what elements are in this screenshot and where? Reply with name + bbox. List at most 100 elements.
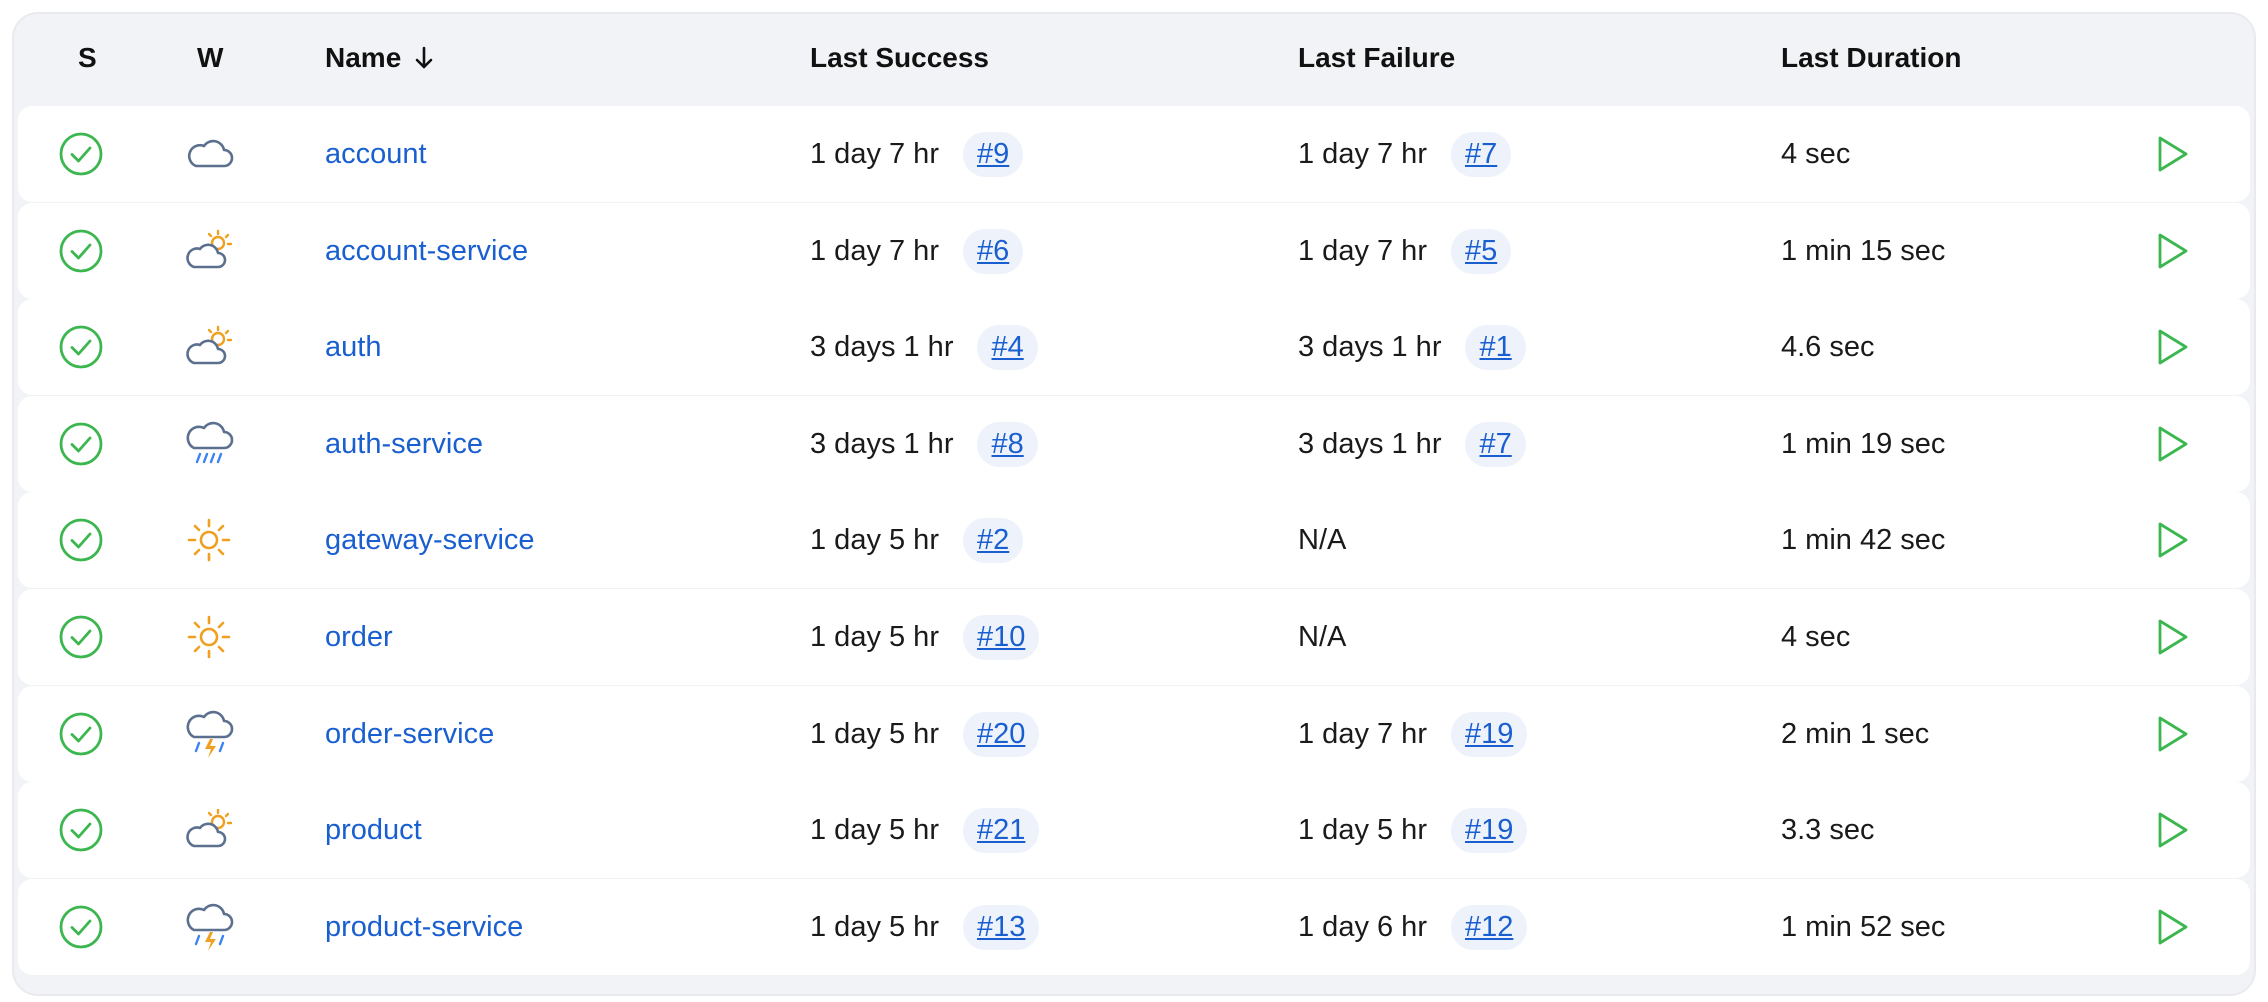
job-link[interactable]: account xyxy=(325,138,427,171)
job-link[interactable]: product-service xyxy=(325,911,523,944)
last-success-build-link[interactable]: #9 xyxy=(962,131,1024,177)
table-row: account 1 day 7 hr #9 1 day 7 hr #7 4 sec xyxy=(18,106,2250,202)
last-success-build-link[interactable]: #20 xyxy=(962,711,1040,757)
job-name-cell: auth-service xyxy=(325,396,483,492)
job-link[interactable]: gateway-service xyxy=(325,524,535,557)
run-build-button[interactable] xyxy=(2154,879,2190,975)
last-success-build-link[interactable]: #8 xyxy=(977,421,1038,467)
last-duration-cell: 4.6 sec xyxy=(1781,299,1875,395)
last-failure-time: 1 day 7 hr xyxy=(1298,717,1427,750)
status-cell xyxy=(58,396,104,492)
job-name-cell: product xyxy=(325,782,422,878)
last-success-build-link[interactable]: #21 xyxy=(962,807,1040,853)
job-link[interactable]: auth-service xyxy=(325,428,483,461)
last-failure-build-link[interactable]: #19 xyxy=(1450,807,1528,853)
weather-cell xyxy=(184,589,234,685)
last-failure-build-link[interactable]: #12 xyxy=(1450,904,1528,950)
table-row: auth-service 3 days 1 hr #8 3 days 1 hr #7 1 … xyxy=(18,396,2250,492)
last-failure-build-link[interactable]: #7 xyxy=(1465,421,1526,467)
run-build-button[interactable] xyxy=(2154,299,2190,395)
play-icon xyxy=(2154,715,2190,753)
success-check-icon xyxy=(58,228,104,274)
weather-cell xyxy=(184,686,236,782)
run-build-button[interactable] xyxy=(2154,396,2190,492)
run-build-button[interactable] xyxy=(2154,782,2190,878)
last-success-time: 1 day 5 hr xyxy=(810,813,939,846)
last-failure-cell: N/A xyxy=(1298,589,1346,685)
last-success-time: 1 day 5 hr xyxy=(810,620,939,653)
job-link[interactable]: account-service xyxy=(325,235,528,268)
last-success-cell: 1 day 5 hr #13 xyxy=(810,879,1040,975)
table-row: auth 3 days 1 hr #4 3 days 1 hr #1 4.6 sec xyxy=(18,299,2250,395)
last-failure-cell: N/A xyxy=(1298,492,1346,588)
run-build-button[interactable] xyxy=(2154,106,2190,202)
run-build-button[interactable] xyxy=(2154,492,2190,588)
run-build-button[interactable] xyxy=(2154,203,2190,299)
job-link[interactable]: order-service xyxy=(325,718,494,751)
table-row: product-service 1 day 5 hr #13 1 day 6 hr #1… xyxy=(18,879,2250,975)
run-build-button[interactable] xyxy=(2154,686,2190,782)
partly-sunny-weather-icon xyxy=(184,323,236,371)
last-failure-build-link[interactable]: #7 xyxy=(1450,131,1512,177)
table-row: order 1 day 5 hr #10 N/A 4 sec xyxy=(18,589,2250,685)
last-success-build-link[interactable]: #4 xyxy=(977,324,1038,370)
weather-cell xyxy=(184,879,236,975)
last-duration-value: 1 min 19 sec xyxy=(1781,427,1946,460)
last-success-time: 1 day 5 hr xyxy=(810,523,939,556)
sunny-weather-icon xyxy=(184,515,234,565)
column-header-status[interactable]: S xyxy=(78,42,97,74)
last-failure-build-link[interactable]: #1 xyxy=(1465,324,1526,370)
job-link[interactable]: auth xyxy=(325,331,381,364)
status-cell xyxy=(58,106,104,202)
success-check-icon xyxy=(58,131,104,177)
table-row: account-service 1 day 7 hr #6 1 day 7 hr #5 1… xyxy=(18,203,2250,299)
last-success-build-link[interactable]: #10 xyxy=(962,614,1040,660)
job-link[interactable]: order xyxy=(325,621,393,654)
play-icon xyxy=(2154,425,2190,463)
column-header-last-success[interactable]: Last Success xyxy=(810,42,989,74)
last-failure-build-link[interactable]: #19 xyxy=(1450,711,1528,757)
table-header: S W Name Last Success Last Failure Last … xyxy=(14,14,2254,104)
success-check-icon xyxy=(58,711,104,757)
last-duration-value: 1 min 42 sec xyxy=(1781,523,1946,556)
job-name-cell: order xyxy=(325,589,393,685)
status-cell xyxy=(58,299,104,395)
sort-descending-icon xyxy=(413,45,435,71)
column-header-last-failure[interactable]: Last Failure xyxy=(1298,42,1455,74)
column-header-weather[interactable]: W xyxy=(197,42,223,74)
column-header-name[interactable]: Name xyxy=(325,42,435,74)
play-icon xyxy=(2154,135,2190,173)
last-success-build-link[interactable]: #2 xyxy=(962,517,1024,563)
status-cell xyxy=(58,589,104,685)
last-success-cell: 3 days 1 hr #4 xyxy=(810,299,1038,395)
last-duration-cell: 1 min 19 sec xyxy=(1781,396,1945,492)
weather-cell xyxy=(184,203,236,299)
last-success-time: 3 days 1 hr xyxy=(810,330,954,363)
run-build-button[interactable] xyxy=(2154,589,2190,685)
last-success-time: 1 day 5 hr xyxy=(810,717,939,750)
last-success-build-link[interactable]: #13 xyxy=(962,904,1040,950)
last-success-cell: 1 day 7 hr #9 xyxy=(810,106,1024,202)
last-duration-value: 3.3 sec xyxy=(1781,813,1875,846)
column-header-last-duration[interactable]: Last Duration xyxy=(1781,42,1961,74)
last-success-cell: 1 day 5 hr #21 xyxy=(810,782,1040,878)
last-success-time: 1 day 7 hr xyxy=(810,234,939,267)
status-cell xyxy=(58,686,104,782)
job-name-cell: gateway-service xyxy=(325,492,535,588)
weather-cell xyxy=(184,106,236,202)
play-icon xyxy=(2154,618,2190,656)
last-success-build-link[interactable]: #6 xyxy=(962,228,1024,274)
last-failure-build-link[interactable]: #5 xyxy=(1450,228,1512,274)
last-duration-value: 4 sec xyxy=(1781,137,1851,170)
play-icon xyxy=(2154,232,2190,270)
play-icon xyxy=(2154,521,2190,559)
rain-weather-icon xyxy=(184,418,236,470)
cloudy-weather-icon xyxy=(184,132,236,176)
weather-cell xyxy=(184,782,236,878)
job-name-cell: auth xyxy=(325,299,381,395)
last-duration-cell: 4 sec xyxy=(1781,589,1850,685)
last-success-cell: 3 days 1 hr #8 xyxy=(810,396,1038,492)
weather-cell xyxy=(184,492,234,588)
job-link[interactable]: product xyxy=(325,814,422,847)
last-duration-cell: 2 min 1 sec xyxy=(1781,686,1929,782)
